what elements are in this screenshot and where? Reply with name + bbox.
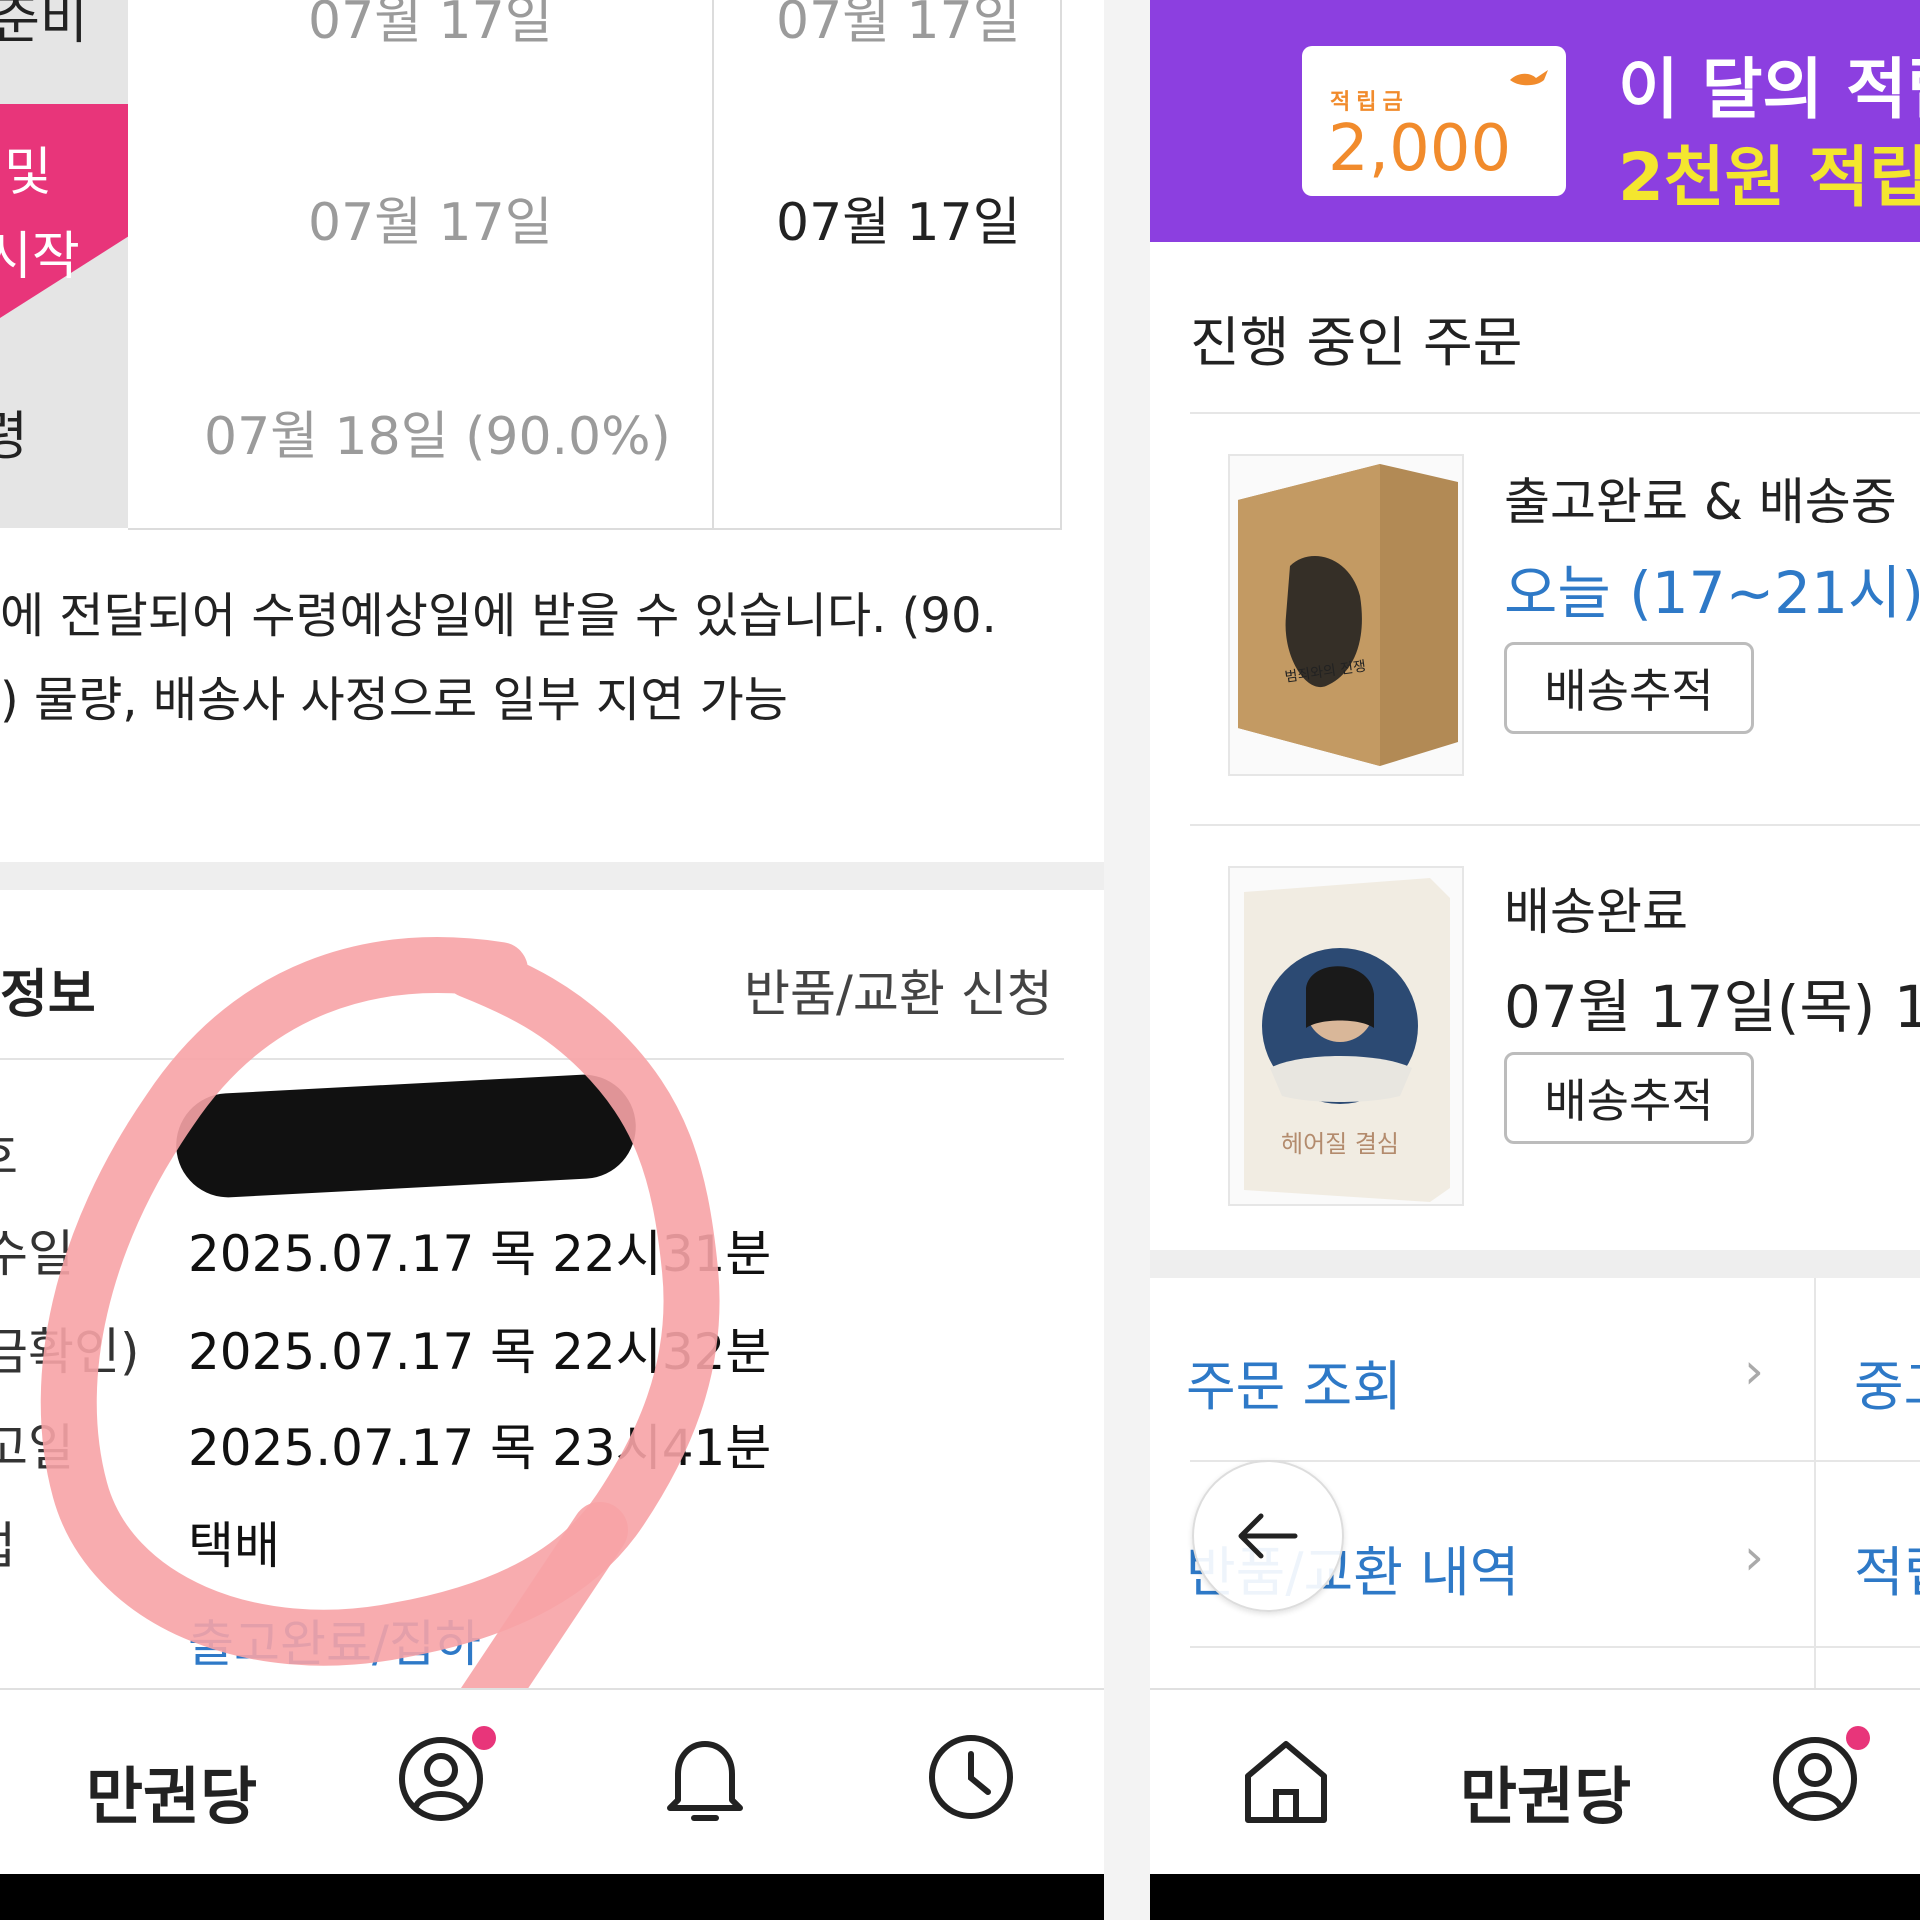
divider (1190, 1460, 1920, 1462)
menu-divider (1814, 1278, 1816, 1688)
home-icon[interactable] (1238, 1736, 1334, 1830)
promo-banner[interactable]: 적립금 2,000 이 달의 적립 2천원 적립금 (1150, 0, 1920, 242)
delivery-eta: 오늘 (17~21시) 도 (1504, 559, 1920, 627)
step-label-prepare: 준비 (0, 0, 88, 51)
arrow-left-icon (1238, 1513, 1298, 1559)
order-date-label: 수일 (0, 1225, 74, 1283)
brand-logo[interactable]: 만권당 (1460, 1746, 1631, 1836)
actual-date: 07월 17일 (776, 0, 1021, 51)
redaction-mark (173, 1072, 639, 1200)
track-delivery-button[interactable]: 배송추적 (1504, 642, 1754, 734)
system-bar (1150, 1874, 1920, 1920)
ship-date-label: 고일 (0, 1419, 74, 1477)
divider (1190, 412, 1920, 414)
table-border-right (1060, 0, 1062, 530)
delivery-method-label: 법 (0, 1506, 16, 1578)
banner-headline: 이 달의 적립 (1618, 51, 1920, 128)
cover-title: 헤어질 결심 (1281, 1130, 1399, 1158)
bottom-nav: 만권당 (1150, 1688, 1920, 1876)
return-exchange-link[interactable]: 반품/교환 신청 (744, 954, 1053, 1026)
payment-confirm-label: 금확인) (0, 1323, 140, 1381)
back-button[interactable] (1192, 1460, 1344, 1612)
chevron-right-icon: › (1744, 1342, 1764, 1400)
delivery-status-link[interactable]: 출고완료/집하 (188, 1604, 481, 1676)
order-date-value: 2025.07.17 목 22시31분 (188, 1225, 772, 1283)
divider (1190, 1646, 1920, 1648)
lamp-icon (1510, 70, 1548, 86)
divider (1190, 824, 1920, 826)
section-separator (1150, 1250, 1920, 1278)
ship-date-value: 2025.07.17 목 23시41분 (188, 1419, 772, 1477)
user-icon[interactable] (1770, 1734, 1860, 1828)
order-number-label: 호 (0, 1116, 18, 1188)
payment-confirm-value: 2025.07.17 목 22시32분 (188, 1323, 772, 1381)
notification-dot (472, 1726, 496, 1750)
chevron-right-icon: › (1744, 1528, 1764, 1586)
brand-logo[interactable]: 만권당 (86, 1746, 257, 1836)
menu-points[interactable]: 적립 (1854, 1528, 1920, 1607)
expected-receive-date: 07월 18일 (90.0%) (204, 407, 671, 467)
coupon-amount: 2,000 (1328, 112, 1512, 186)
order-status: 출고완료 & 배송중 (1504, 473, 1897, 531)
delivery-eta: 07월 17일(목) 14 (1504, 973, 1920, 1041)
expected-date: 07월 17일 (308, 0, 553, 51)
step-label-ship-2: 시작 (0, 227, 80, 287)
notification-dot (1846, 1726, 1870, 1750)
delivery-method-value: 택배 (188, 1517, 280, 1575)
product-thumbnail[interactable]: 범죄와의 전쟁 (1228, 454, 1464, 776)
expected-date: 07월 17일 (308, 193, 553, 253)
left-screenshot: 준비 07월 17일 07월 17일 및 시작 07월 17일 07월 17일 … (0, 0, 1104, 1920)
coupon-card: 적립금 2,000 (1302, 46, 1566, 196)
section-separator (0, 862, 1104, 890)
orders-in-progress-title: 진행 중인 주문 (1190, 311, 1523, 374)
banner-subheadline: 2천원 적립금 (1618, 139, 1920, 216)
product-thumbnail[interactable]: 헤어질 결심 (1228, 866, 1464, 1206)
step-label-receive: 령 (0, 407, 28, 467)
track-delivery-button[interactable]: 배송추적 (1504, 1052, 1754, 1144)
hand-drawn-circle-annotation (40, 937, 720, 1690)
clock-icon[interactable] (926, 1732, 1016, 1826)
delivery-notice-line1: 에 전달되어 수령예상일에 받을 수 있습니다. (90. (0, 588, 997, 644)
table-divider (712, 0, 714, 528)
table-border-bottom (128, 528, 1062, 530)
order-status: 배송완료 (1504, 883, 1688, 941)
actual-date: 07월 17일 (776, 193, 1021, 253)
system-bar (0, 1874, 1104, 1920)
right-screenshot: 적립금 2,000 이 달의 적립 2천원 적립금 진행 중인 주문 범죄와의 … (1150, 0, 1920, 1920)
order-info-title: 정보 (0, 965, 96, 1025)
menu-used-books[interactable]: 중고 (1854, 1342, 1920, 1421)
step-label-ship-1: 및 (4, 143, 52, 203)
bottom-nav: 만권당 (0, 1688, 1104, 1876)
delivery-notice-line2: ) 물량, 배송사 사정으로 일부 지연 가능 (0, 672, 788, 728)
bell-icon[interactable] (660, 1732, 750, 1832)
menu-order-lookup[interactable]: 주문 조회 (1186, 1342, 1402, 1421)
user-icon[interactable] (396, 1734, 486, 1828)
divider (0, 1058, 1064, 1060)
